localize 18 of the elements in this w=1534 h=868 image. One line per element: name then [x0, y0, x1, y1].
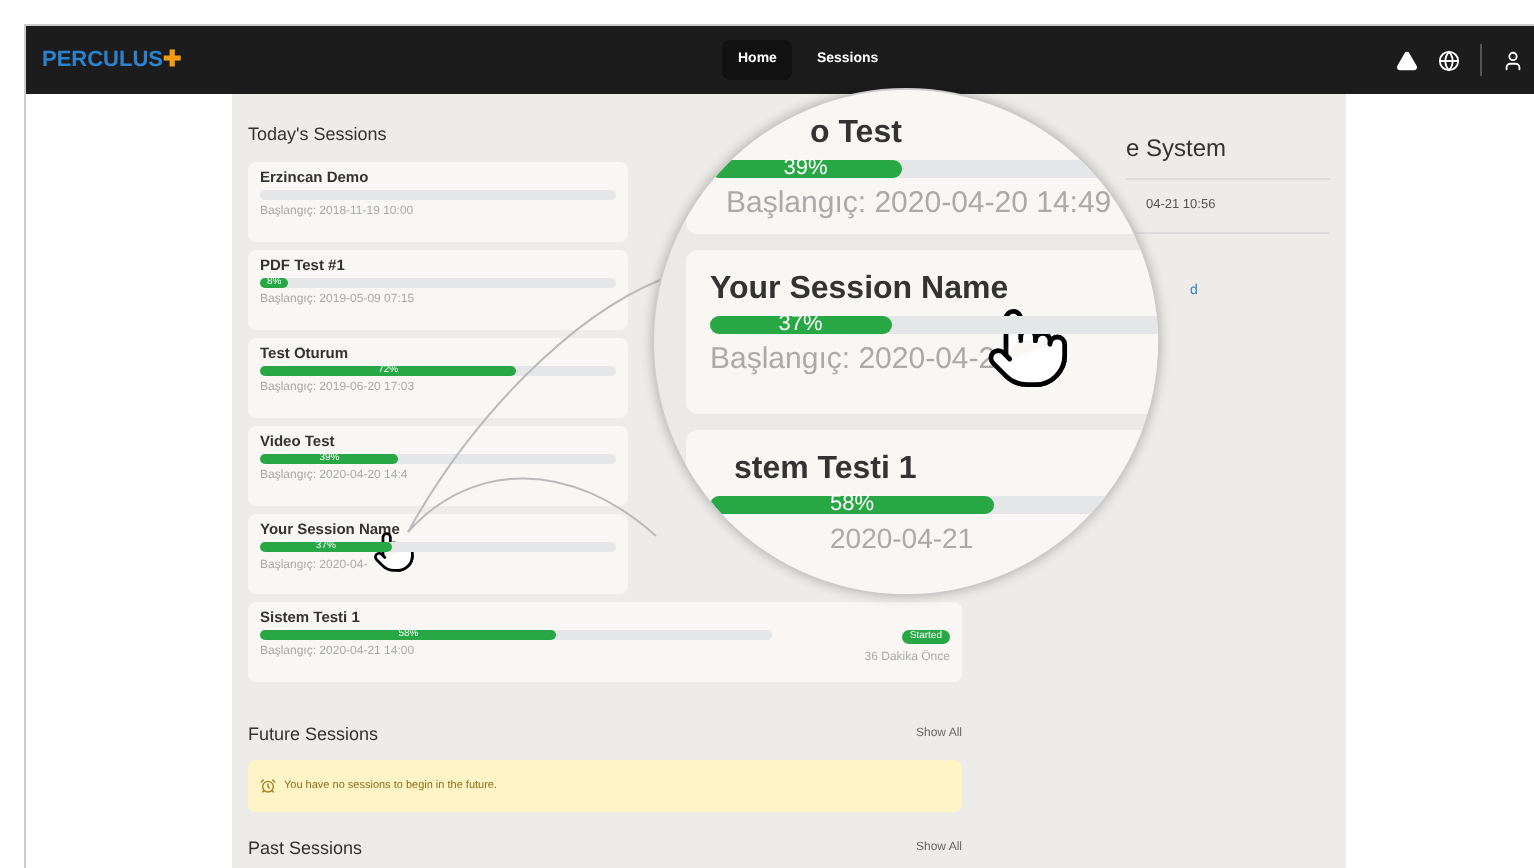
warning-icon[interactable] [1396, 49, 1418, 71]
panel-title: e System [1126, 132, 1227, 166]
logo-plus-icon: ✚ [163, 43, 182, 77]
section-title: Today's Sessions [248, 122, 387, 148]
session-start-date: Başlangıç: 2020-04-2 [710, 344, 996, 375]
section-title: Past Sessions [248, 836, 363, 862]
user-icon[interactable] [1502, 49, 1524, 71]
progress-percent: 39% [783, 158, 828, 180]
session-name: Your Session Name [710, 274, 1011, 307]
logo-text[interactable]: PERCULUS [42, 43, 164, 77]
alarm-clock-icon [260, 778, 276, 794]
session-start-date: 2020-04-21 [830, 524, 974, 553]
progress-percent: 58% [830, 494, 875, 517]
language-icon[interactable] [1438, 49, 1460, 71]
session-name: stem Testi 1 [734, 454, 919, 487]
session-start-date: Başlangıç: 2020-04-20 14:49 [726, 188, 1112, 218]
section-title: Future Sessions [248, 721, 379, 747]
progress-percent: 37% [778, 314, 823, 337]
